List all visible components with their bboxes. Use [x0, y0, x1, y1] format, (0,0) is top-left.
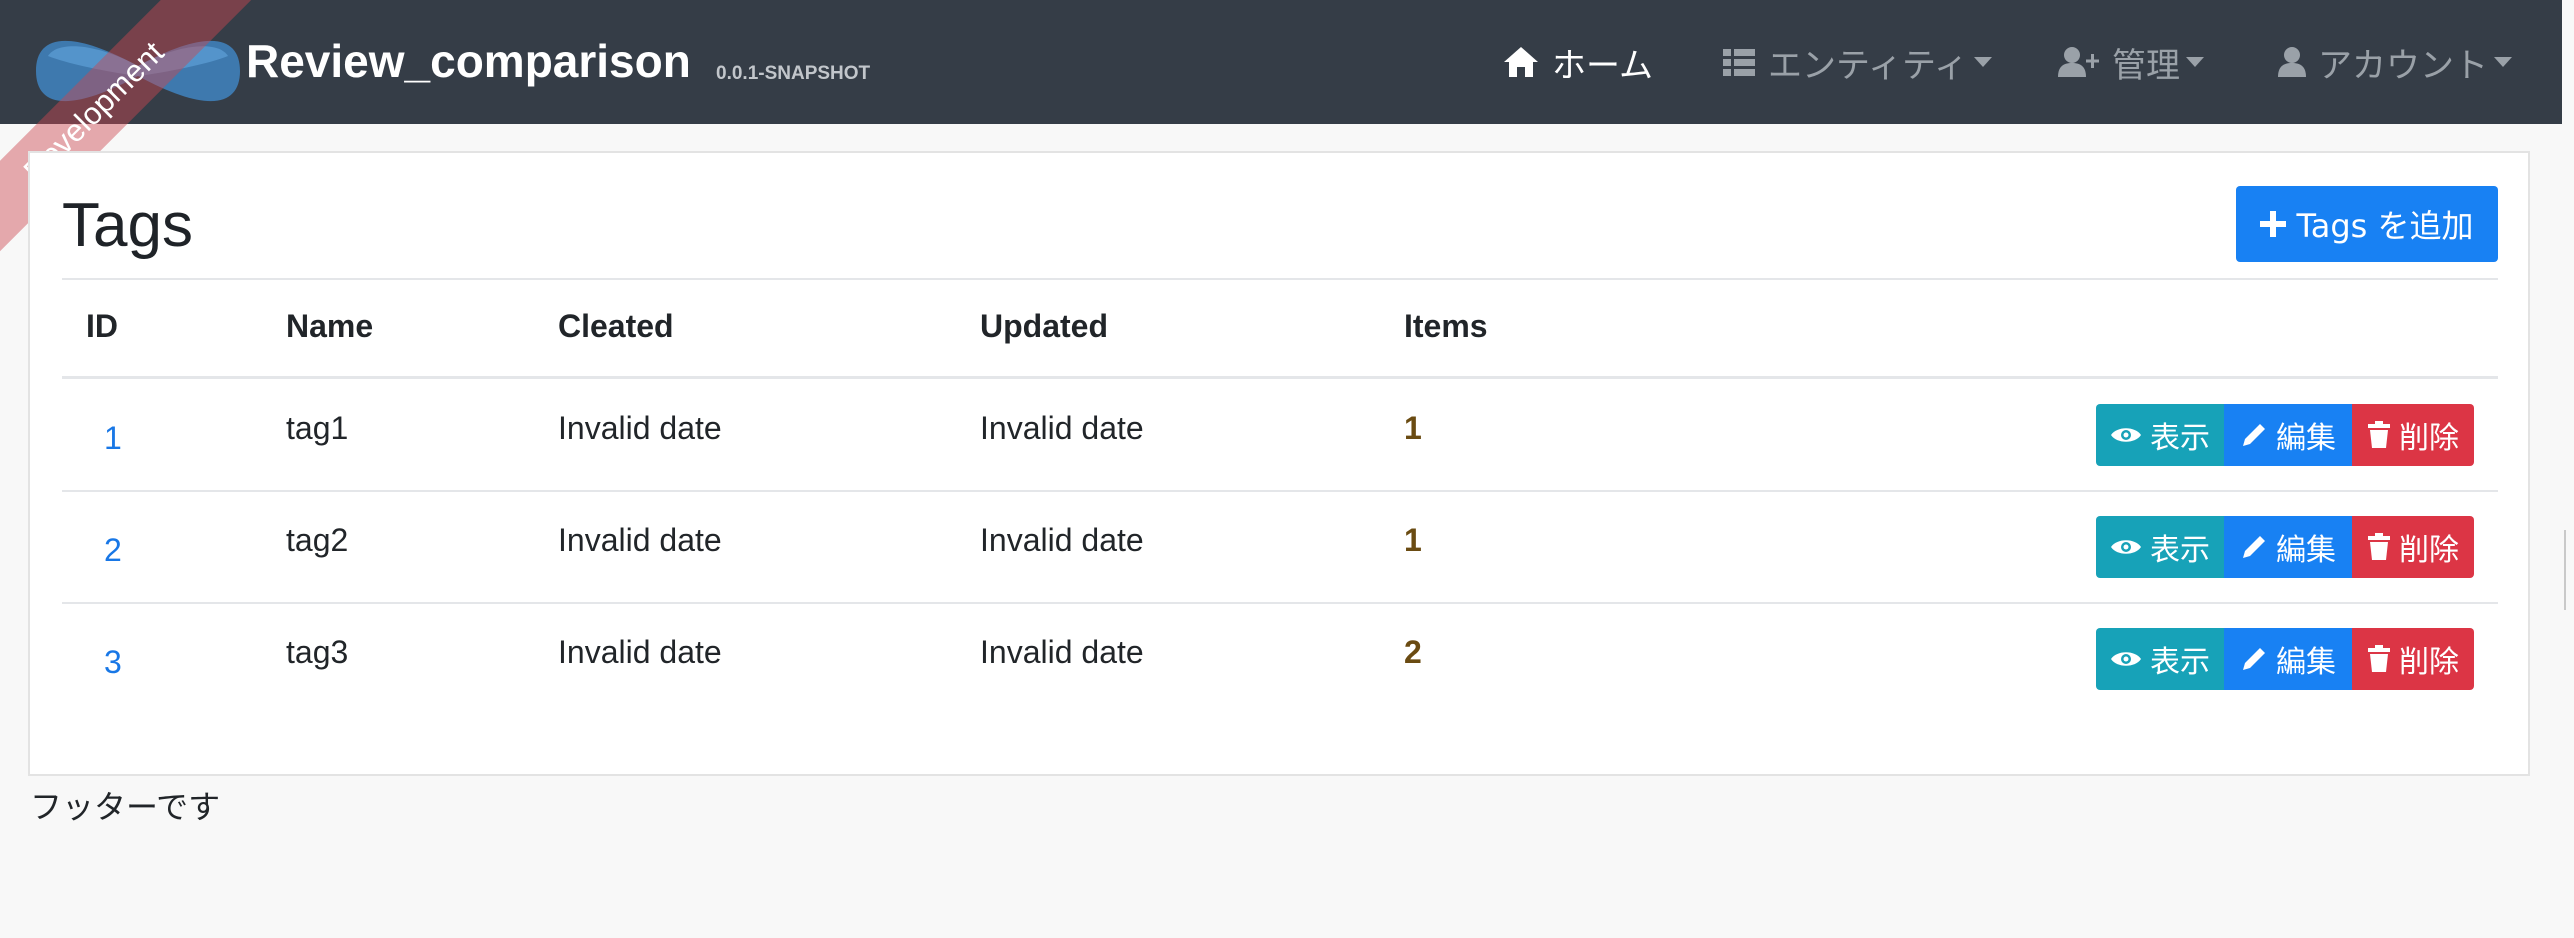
user-icon [2278, 47, 2306, 77]
column-header-created[interactable]: Cleated [558, 308, 674, 345]
home-icon [1504, 47, 1538, 77]
chevron-down-icon [1973, 57, 1992, 67]
row-divider [62, 490, 2498, 492]
th-list-icon [1723, 49, 1755, 76]
row-name: tag2 [286, 522, 349, 558]
delete-label: 削除 [2399, 645, 2459, 680]
edit-button[interactable]: 編集 [2224, 628, 2352, 690]
column-header-updated[interactable]: Updated [980, 308, 1108, 345]
eye-icon [2111, 652, 2141, 666]
view-label: 表示 [2150, 533, 2210, 568]
row-id-link[interactable]: 2 [104, 532, 122, 569]
row-name: tag3 [286, 634, 349, 670]
chevron-down-icon [2494, 57, 2512, 67]
edit-label: 編集 [2276, 421, 2336, 456]
nav-account[interactable]: アカウント [2278, 38, 2512, 86]
page-title: Tags [62, 191, 193, 260]
row-actions: 表示 編集 削除 [2096, 516, 2474, 578]
row-updated: Invalid date [980, 634, 1144, 670]
pencil-icon [2243, 648, 2265, 670]
row-name: tag1 [286, 410, 349, 446]
delete-label: 削除 [2399, 533, 2459, 568]
footer-text: フッターです [30, 788, 221, 826]
brand-title[interactable]: Review_comparison [246, 34, 691, 88]
column-header-id[interactable]: ID [86, 308, 118, 345]
row-created: Invalid date [558, 410, 722, 446]
delete-button[interactable]: 削除 [2352, 404, 2474, 466]
nav-account-label: アカウント [2318, 45, 2488, 86]
trash-icon [2368, 421, 2390, 448]
eye-icon [2111, 540, 2141, 554]
row-items-count: 1 [1404, 410, 1422, 446]
header-divider [62, 376, 2498, 379]
edit-button[interactable]: 編集 [2224, 516, 2352, 578]
edit-label: 編集 [2276, 645, 2336, 680]
chevron-down-icon [2186, 57, 2204, 67]
row-actions: 表示 編集 削除 [2096, 404, 2474, 466]
row-created: Invalid date [558, 634, 722, 670]
trash-icon [2368, 645, 2390, 672]
nav-home-label: ホーム [1552, 45, 1653, 86]
column-header-items[interactable]: Items [1404, 308, 1488, 345]
pencil-icon [2243, 536, 2265, 558]
brand-logo[interactable] [28, 26, 248, 116]
row-updated: Invalid date [980, 522, 1144, 558]
view-button[interactable]: 表示 [2096, 516, 2224, 578]
trash-icon [2368, 533, 2390, 560]
row-divider [62, 602, 2498, 604]
view-button[interactable]: 表示 [2096, 628, 2224, 690]
brand-version: 0.0.1-SNAPSHOT [716, 63, 871, 84]
row-items-count: 1 [1404, 522, 1422, 558]
row-id-link[interactable]: 1 [104, 420, 122, 457]
row-created: Invalid date [558, 522, 722, 558]
nav-entities-label: エンティティ [1768, 45, 1968, 86]
window-scrollbar-edge[interactable] [2564, 530, 2574, 610]
edit-button[interactable]: 編集 [2224, 404, 2352, 466]
eye-icon [2111, 428, 2141, 442]
nav-admin[interactable]: 管理 [2058, 38, 2204, 86]
delete-button[interactable]: 削除 [2352, 628, 2474, 690]
nav-entities[interactable]: エンティティ [1722, 38, 1992, 86]
add-tags-label: Tags を追加 [2296, 207, 2474, 245]
view-label: 表示 [2150, 421, 2210, 456]
user-plus-icon [2058, 47, 2099, 77]
nav-home[interactable]: ホーム [1502, 38, 1653, 86]
view-button[interactable]: 表示 [2096, 404, 2224, 466]
navbar: Review_comparison 0.0.1-SNAPSHOT ホーム エンテ… [0, 0, 2562, 124]
nav-admin-label: 管理 [2112, 45, 2180, 86]
row-actions: 表示 編集 削除 [2096, 628, 2474, 690]
pencil-icon [2243, 424, 2265, 446]
delete-button[interactable]: 削除 [2352, 516, 2474, 578]
plus-icon [2260, 211, 2287, 237]
edit-label: 編集 [2276, 533, 2336, 568]
row-items-count: 2 [1404, 634, 1422, 670]
column-header-name[interactable]: Name [286, 308, 373, 345]
view-label: 表示 [2150, 645, 2210, 680]
row-id-link[interactable]: 3 [104, 644, 122, 681]
title-divider [62, 278, 2498, 280]
row-updated: Invalid date [980, 410, 1144, 446]
delete-label: 削除 [2399, 421, 2459, 456]
add-tags-button[interactable]: Tags を追加 [2236, 186, 2498, 262]
